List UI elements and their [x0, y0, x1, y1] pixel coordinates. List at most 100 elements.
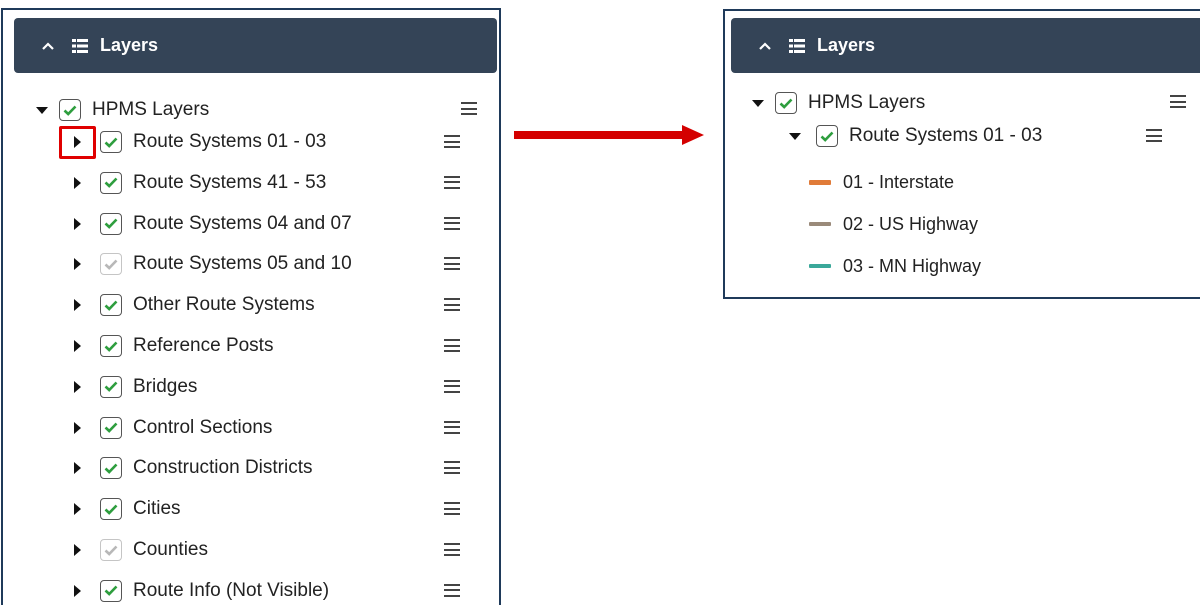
menu-icon[interactable] — [1170, 95, 1186, 108]
layer-label: Route Systems 05 and 10 — [133, 253, 352, 275]
menu-icon[interactable] — [444, 135, 460, 148]
menu-icon[interactable] — [444, 502, 460, 516]
layer-checkbox[interactable] — [100, 539, 122, 561]
legend-swatch — [809, 222, 831, 226]
layer-label: Route Systems 41 - 53 — [133, 171, 327, 193]
legend-item: 02 - US Highway — [809, 210, 978, 238]
layer-checkbox[interactable] — [100, 253, 122, 276]
chevron-up-icon[interactable] — [42, 41, 56, 50]
layer-label: Bridges — [133, 375, 198, 397]
checkmark-icon — [104, 300, 118, 311]
checkmark-icon — [104, 585, 118, 597]
layer-checkbox[interactable] — [100, 579, 122, 602]
layer-item: Cities — [70, 495, 181, 523]
menu-icon[interactable] — [444, 175, 460, 189]
layer-checkbox[interactable] — [100, 375, 122, 398]
layer-item-route-systems-01-03: Route Systems 01 - 03 — [788, 122, 1042, 150]
layer-checkbox[interactable] — [100, 457, 122, 480]
layer-label: Route Info (Not Visible) — [133, 579, 330, 601]
menu-icon[interactable] — [444, 420, 460, 434]
checkmark-icon — [104, 504, 118, 515]
layer-item: Other Route Systems — [70, 291, 315, 319]
menu-icon[interactable] — [444, 461, 460, 475]
menu-icon[interactable] — [444, 379, 460, 393]
caret-right-icon[interactable] — [70, 176, 84, 190]
caret-right-icon[interactable] — [70, 543, 84, 557]
caret-down-icon[interactable] — [788, 129, 802, 143]
legend-label: 02 - US Highway — [843, 213, 979, 234]
layer-item: Bridges — [70, 373, 197, 401]
caret-right-icon[interactable] — [70, 502, 84, 516]
panel-title: Layers — [817, 35, 876, 55]
legend-item: 01 - Interstate — [809, 168, 954, 196]
layer-item: Construction Districts — [70, 454, 313, 482]
menu-icon[interactable] — [444, 257, 460, 271]
layers-panel-before: Layers HPMS Layers Route Systems 01 - 03… — [1, 8, 501, 605]
layer-label: Cities — [133, 498, 181, 520]
layers-panel-header[interactable]: Layers — [731, 18, 1200, 73]
layer-checkbox[interactable] — [775, 92, 797, 114]
layers-panel-header[interactable]: Layers — [14, 18, 497, 73]
layer-checkbox[interactable] — [100, 294, 122, 317]
layer-item: Counties — [70, 536, 208, 564]
legend-label: 01 - Interstate — [843, 171, 955, 192]
layers-panel-after: Layers HPMS Layers Route Systems 01 - 03… — [723, 9, 1200, 299]
layer-label: Route Systems 04 and 07 — [133, 212, 352, 234]
layer-label: HPMS Layers — [92, 99, 210, 120]
layer-item: Reference Posts — [70, 332, 273, 360]
checkmark-icon — [104, 463, 118, 474]
list-icon — [789, 38, 805, 53]
caret-right-icon[interactable] — [70, 339, 84, 353]
expand-highlight-box — [59, 126, 96, 159]
menu-icon[interactable] — [444, 543, 460, 556]
checkmark-icon — [104, 259, 118, 270]
caret-right-icon[interactable] — [70, 584, 84, 598]
layer-label: Other Route Systems — [133, 294, 315, 316]
layer-checkbox[interactable] — [100, 335, 122, 357]
layer-checkbox[interactable] — [100, 416, 122, 439]
menu-icon[interactable] — [444, 216, 460, 230]
layer-checkbox[interactable] — [100, 498, 122, 521]
checkmark-icon — [104, 545, 118, 556]
caret-down-icon[interactable] — [35, 103, 49, 117]
checkmark-icon — [104, 341, 118, 352]
checkmark-icon — [104, 218, 118, 229]
list-icon — [72, 38, 88, 53]
caret-right-icon[interactable] — [70, 461, 84, 475]
menu-icon[interactable] — [444, 339, 460, 352]
layer-checkbox[interactable] — [100, 212, 122, 235]
layer-checkbox[interactable] — [100, 131, 122, 153]
checkmark-icon — [820, 131, 834, 142]
checkmark-icon — [63, 105, 77, 116]
layer-checkbox[interactable] — [59, 99, 81, 121]
layer-label: HPMS Layers — [808, 92, 926, 113]
layer-item: Route Info (Not Visible) — [70, 577, 329, 605]
layer-checkbox[interactable] — [816, 125, 838, 147]
caret-right-icon[interactable] — [70, 217, 84, 231]
layer-item: Route Systems 01 - 03 — [70, 128, 326, 156]
legend-item: 03 - MN Highway — [809, 252, 981, 280]
checkmark-icon — [779, 98, 793, 109]
checkmark-icon — [104, 422, 118, 433]
caret-down-icon[interactable] — [751, 96, 765, 110]
menu-icon[interactable] — [444, 583, 460, 597]
layer-label: Construction Districts — [133, 457, 313, 479]
layer-item: Route Systems 04 and 07 — [70, 210, 352, 238]
menu-icon[interactable] — [444, 298, 460, 312]
caret-right-icon[interactable] — [70, 421, 84, 435]
menu-icon[interactable] — [461, 102, 477, 115]
caret-right-icon[interactable] — [70, 257, 84, 271]
legend-swatch — [809, 264, 831, 268]
checkmark-icon — [104, 177, 118, 189]
legend-label: 03 - MN Highway — [843, 255, 982, 276]
layer-label: Route Systems 01 - 03 — [849, 125, 1043, 146]
layer-item: Route Systems 05 and 10 — [70, 250, 352, 278]
caret-right-icon[interactable] — [70, 380, 84, 394]
layer-group-hpms: HPMS Layers — [751, 89, 925, 117]
chevron-up-icon[interactable] — [759, 41, 773, 50]
layer-label: Route Systems 01 - 03 — [133, 131, 327, 152]
caret-right-icon[interactable] — [70, 298, 84, 312]
layer-label: Control Sections — [133, 416, 273, 438]
layer-checkbox[interactable] — [100, 171, 122, 194]
menu-icon[interactable] — [1146, 129, 1162, 142]
